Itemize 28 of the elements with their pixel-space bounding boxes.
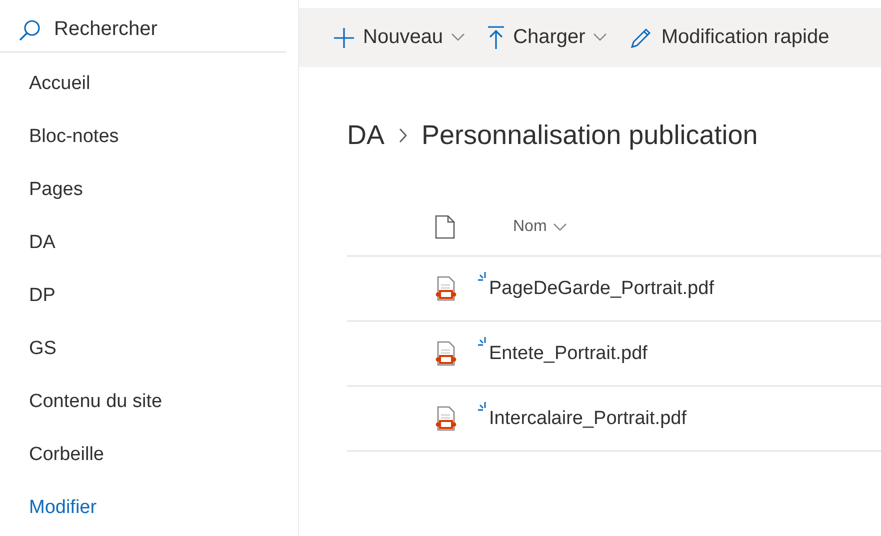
file-name-link[interactable]: Entete_Portrait.pdf	[489, 342, 648, 364]
file-name-link[interactable]: PageDeGarde_Portrait.pdf	[489, 278, 714, 300]
command-button[interactable]: Charger	[487, 26, 608, 50]
nav-item[interactable]: Accueil	[0, 59, 298, 112]
nav-item[interactable]: GS	[0, 324, 298, 377]
column-header[interactable]: Nom	[513, 218, 567, 236]
search-icon	[18, 18, 42, 42]
nav-item[interactable]: Corbeille	[0, 430, 298, 483]
breadcrumb-item[interactable]: Personnalisation publication	[422, 120, 758, 150]
nav-item[interactable]: DP	[0, 271, 298, 324]
pdf-file-icon	[435, 340, 457, 366]
nav-item[interactable]: Bloc-notes	[0, 112, 298, 165]
chevron-right-icon	[398, 128, 408, 142]
file-name-link[interactable]: Intercalaire_Portrait.pdf	[489, 408, 686, 430]
command-button[interactable]: Nouveau	[333, 26, 466, 49]
edit-link[interactable]: Modifier	[0, 483, 298, 536]
pdf-file-icon	[435, 276, 457, 302]
search-field[interactable]: Rechercher	[52, 17, 276, 42]
breadcrumb-item[interactable]: DA	[347, 120, 385, 150]
file-type-icon	[435, 215, 455, 239]
pdf-file-icon	[435, 406, 457, 432]
command-button[interactable]: Modification rapide	[629, 26, 830, 50]
nav-item[interactable]: DA	[0, 218, 298, 271]
nav-item[interactable]: Pages	[0, 165, 298, 218]
plus-icon	[333, 26, 355, 48]
upload-icon	[487, 26, 506, 50]
nav-item[interactable]: Contenu du site	[0, 377, 298, 430]
pencil-icon	[629, 26, 654, 50]
